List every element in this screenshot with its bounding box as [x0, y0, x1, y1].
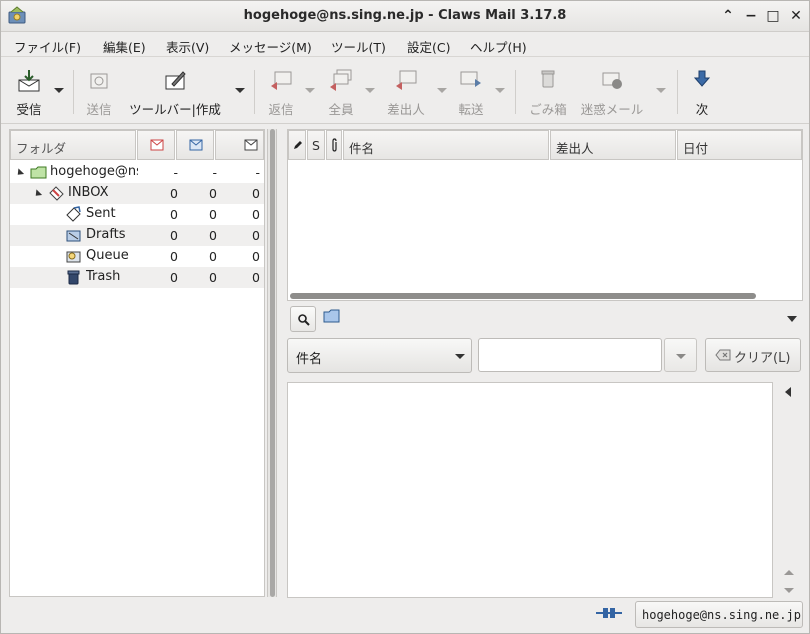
folder-tree[interactable]: フォルダ hogehoge@ns - - - INBOX 0 0 0 Sent …: [9, 129, 265, 597]
menu-edit[interactable]: 編集(E): [103, 37, 146, 56]
mark-column-header[interactable]: [288, 130, 306, 160]
compose-button[interactable]: ツールバー|作成: [123, 64, 227, 120]
forward-button[interactable]: 転送: [453, 64, 489, 120]
forward-icon: [460, 71, 481, 87]
next-button[interactable]: 次: [685, 64, 719, 120]
reply-all-menu-arrow[interactable]: [365, 88, 375, 93]
new-count-column-header[interactable]: [137, 130, 175, 160]
compose-menu-arrow[interactable]: [235, 88, 245, 93]
date-column-header[interactable]: 日付: [677, 130, 802, 160]
message-view[interactable]: [287, 382, 773, 598]
expand-arrow-icon[interactable]: [14, 168, 25, 178]
clear-search-button[interactable]: クリア(L): [705, 338, 801, 372]
reply-icon: [271, 71, 292, 90]
quick-search-options-arrow[interactable]: [787, 316, 797, 322]
mail-icon: [244, 139, 258, 151]
folder-column-header[interactable]: フォルダ: [10, 130, 136, 160]
horizontal-scrollbar[interactable]: [290, 293, 756, 299]
menu-file[interactable]: ファイル(F): [14, 37, 81, 56]
pencil-icon: [294, 141, 302, 149]
expand-arrow-icon[interactable]: [32, 189, 43, 199]
reply-all-icon: [330, 69, 352, 91]
folder-row-inbox[interactable]: INBOX 0 0 0: [10, 183, 264, 204]
toolbar: 受信 送信 ツールバー|作成 返信 全員 差出人 転送 ごみ箱 迷惑メール 次: [1, 58, 809, 124]
paperclip-icon: [332, 138, 337, 152]
toolbar-separator: [73, 70, 74, 114]
spam-button[interactable]: 迷惑メール: [577, 64, 647, 120]
spam-icon: [602, 72, 622, 89]
message-list[interactable]: S 件名 差出人 日付: [287, 129, 803, 301]
chevron-down-icon: [676, 354, 686, 359]
window-title: hogehoge@ns.sing.ne.jp - Claws Mail 3.17…: [243, 8, 567, 23]
menu-tools[interactable]: ツール(T): [331, 37, 386, 56]
trash-icon: [541, 70, 555, 88]
reply-all-button[interactable]: 全員: [323, 64, 359, 120]
collapse-arrow-icon[interactable]: [785, 387, 791, 397]
scroll-down-arrow[interactable]: [784, 588, 794, 593]
menu-settings[interactable]: 設定(C): [407, 37, 450, 56]
reply-menu-arrow[interactable]: [305, 88, 315, 93]
window-maximize-button[interactable]: □: [764, 7, 782, 25]
menu-bar: ファイル(F) 編集(E) 表示(V) メッセージ(M) ツール(T) 設定(C…: [1, 32, 809, 57]
total-count-column-header[interactable]: [215, 130, 264, 160]
receive-menu-arrow[interactable]: [54, 88, 64, 93]
online-status-icon[interactable]: [595, 606, 623, 620]
search-icon: [298, 314, 310, 326]
new-mail-icon: [150, 139, 164, 151]
search-history-button[interactable]: [664, 338, 697, 372]
subject-column-header[interactable]: 件名: [343, 130, 549, 160]
window-minimize-button[interactable]: −: [742, 7, 760, 25]
unread-mail-icon: [189, 139, 203, 151]
attachment-column-header[interactable]: [326, 130, 342, 160]
send-button[interactable]: 送信: [81, 64, 117, 120]
pane-splitter[interactable]: [267, 129, 277, 597]
search-type-select[interactable]: 件名: [287, 338, 472, 373]
reply-sender-button[interactable]: 差出人: [383, 64, 429, 120]
from-column-header[interactable]: 差出人: [550, 130, 676, 160]
toolbar-separator: [254, 70, 255, 114]
status-column-header[interactable]: S: [307, 130, 325, 160]
spam-menu-arrow[interactable]: [656, 88, 666, 93]
compose-icon: [165, 71, 186, 90]
folder-icon[interactable]: [323, 309, 340, 323]
unread-count-column-header[interactable]: [176, 130, 214, 160]
forward-menu-arrow[interactable]: [495, 88, 505, 93]
menu-help[interactable]: ヘルプ(H): [470, 37, 527, 56]
receive-icon: [18, 70, 40, 92]
window-shade-button[interactable]: ⌃: [719, 7, 737, 25]
trash-button[interactable]: ごみ箱: [525, 64, 571, 120]
drafts-icon: [66, 230, 81, 242]
quick-search-toggle-button[interactable]: [290, 306, 316, 332]
folder-row-account[interactable]: hogehoge@ns - - -: [10, 162, 264, 183]
mailbox-account-icon: [30, 166, 47, 179]
queue-icon: [66, 251, 81, 263]
menu-view[interactable]: 表示(V): [166, 37, 209, 56]
title-bar: hogehoge@ns.sing.ne.jp - Claws Mail 3.17…: [1, 1, 809, 32]
main-window: hogehoge@ns.sing.ne.jp - Claws Mail 3.17…: [0, 0, 810, 634]
inbox-icon: [49, 186, 64, 201]
toolbar-separator: [677, 70, 678, 114]
scroll-up-arrow[interactable]: [784, 570, 794, 575]
splitter-handle[interactable]: [270, 129, 275, 597]
trash-icon: [67, 270, 80, 285]
chevron-down-icon: [455, 354, 465, 359]
toolbar-separator: [515, 70, 516, 114]
receive-button[interactable]: 受信: [9, 64, 49, 120]
account-selector[interactable]: hogehoge@ns.sing.ne.jp: [635, 601, 803, 628]
window-close-button[interactable]: ✕: [787, 7, 805, 25]
reply-sender-icon: [396, 70, 417, 90]
folder-row-sent[interactable]: Sent 0 0 0: [10, 204, 264, 225]
folder-row-queue[interactable]: Queue 0 0 0: [10, 246, 264, 267]
arrow-down-icon: [693, 70, 711, 87]
folder-row-trash[interactable]: Trash 0 0 0: [10, 267, 264, 288]
clear-icon: [715, 349, 731, 361]
menu-message[interactable]: メッセージ(M): [229, 37, 312, 56]
reply-sender-menu-arrow[interactable]: [437, 88, 447, 93]
folder-row-drafts[interactable]: Drafts 0 0 0: [10, 225, 264, 246]
reply-button[interactable]: 返信: [263, 64, 299, 120]
send-icon: [90, 73, 108, 89]
sent-icon: [66, 206, 81, 222]
search-input[interactable]: [478, 338, 662, 372]
